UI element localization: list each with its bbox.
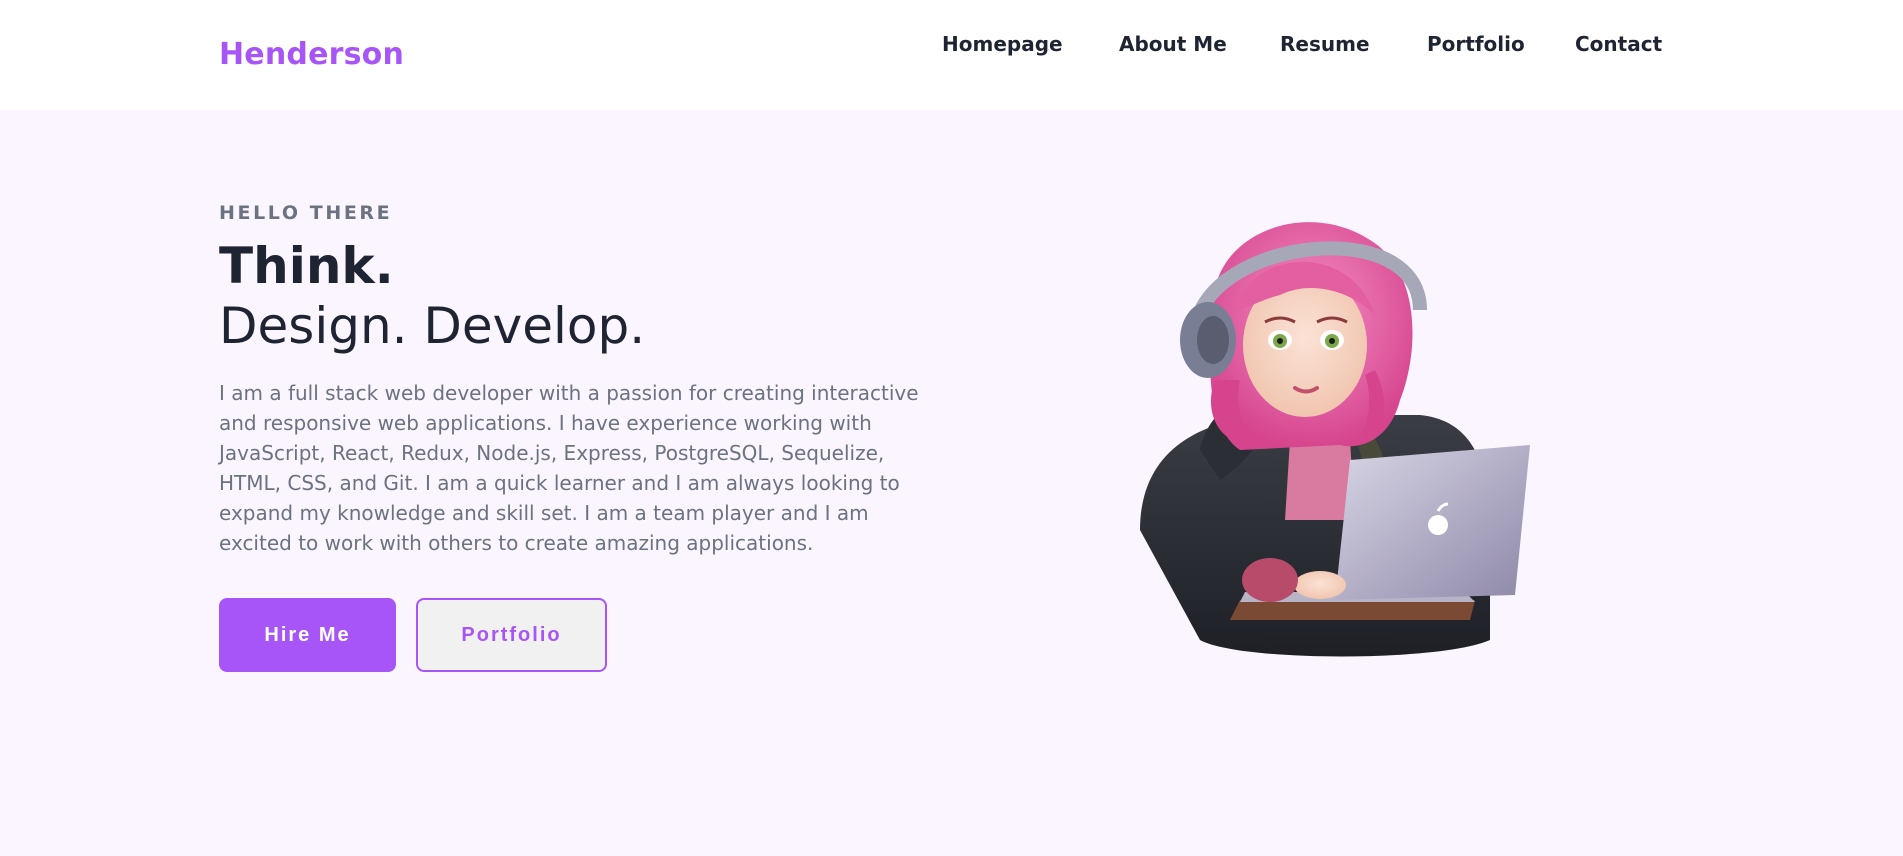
main-nav: Homepage About Me Resume Portfolio Conta… xyxy=(0,32,1903,62)
hero-eyebrow: HELLO THERE xyxy=(219,202,393,224)
hire-me-button[interactable]: Hire Me xyxy=(219,598,396,672)
avatar-svg xyxy=(1140,222,1530,657)
page: Henderson Homepage About Me Resume Portf… xyxy=(0,0,1903,856)
nav-contact[interactable]: Contact xyxy=(1575,32,1662,56)
nav-homepage[interactable]: Homepage xyxy=(942,32,1063,56)
nav-about-me[interactable]: About Me xyxy=(1119,32,1227,56)
hero-title-line2: Design. Develop. xyxy=(219,297,646,355)
hero-description: I am a full stack web developer with a p… xyxy=(219,381,919,555)
hero-title-line1: Think. xyxy=(219,237,394,295)
nav-portfolio[interactable]: Portfolio xyxy=(1427,32,1525,56)
portfolio-button[interactable]: Portfolio xyxy=(416,598,607,672)
site-header: Henderson Homepage About Me Resume Portf… xyxy=(0,0,1903,110)
developer-avatar-illustration xyxy=(1120,200,1560,670)
hero-section: HELLO THERE Think. Design. Develop. I am… xyxy=(0,110,1903,856)
nav-resume[interactable]: Resume xyxy=(1280,32,1370,56)
